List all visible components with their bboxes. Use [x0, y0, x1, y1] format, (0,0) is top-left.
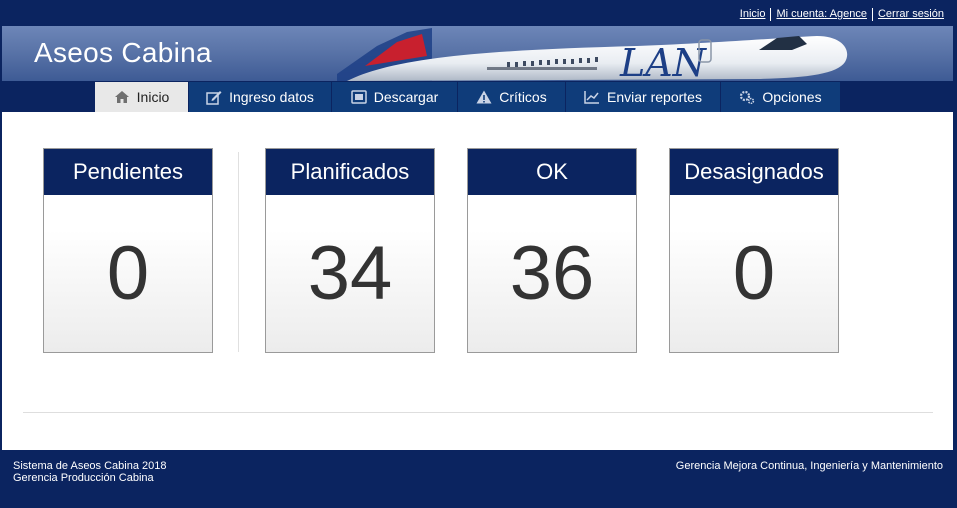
app-title: Aseos Cabina	[34, 37, 212, 68]
footer: Sistema de Aseos Cabina 2018 Gerencia Pr…	[2, 450, 953, 506]
card-title: Pendientes	[44, 149, 212, 195]
card-desasignados[interactable]: Desasignados 0	[669, 148, 839, 353]
content-divider	[23, 412, 933, 413]
card-divider	[238, 152, 239, 352]
card-value: 0	[106, 231, 150, 316]
header-banner: Aseos Cabina LAN	[2, 26, 953, 81]
tab-label: Descargar	[373, 89, 439, 105]
home-icon	[114, 91, 129, 103]
tab-label: Opciones	[762, 89, 822, 105]
tab-label: Críticos	[499, 89, 547, 105]
card-pendientes[interactable]: Pendientes 0	[43, 148, 213, 353]
top-links: Inicio Mi cuenta: Agence Cerrar sesión	[735, 7, 949, 21]
card-value: 34	[307, 231, 393, 316]
card-title: Desasignados	[670, 149, 838, 195]
main-nav: Inicio Ingreso datos Descargar Críticos …	[2, 81, 953, 112]
tab-label: Ingreso datos	[229, 89, 314, 105]
card-planificados[interactable]: Planificados 34	[265, 148, 435, 353]
footer-right: Gerencia Mejora Continua, Ingeniería y M…	[675, 460, 943, 472]
card-value: 0	[732, 231, 776, 316]
edit-icon	[206, 90, 222, 105]
account-link[interactable]: Mi cuenta: Agence	[771, 8, 872, 20]
gears-icon	[740, 90, 755, 104]
download-icon	[350, 90, 367, 104]
tab-enviar-reportes[interactable]: Enviar reportes	[566, 82, 720, 112]
tab-inicio[interactable]: Inicio	[95, 82, 188, 112]
logout-link[interactable]: Cerrar sesión	[873, 8, 949, 20]
card-ok[interactable]: OK 36	[467, 148, 637, 353]
card-title: Planificados	[266, 149, 434, 195]
footer-system-name: Sistema de Aseos Cabina 2018	[13, 460, 167, 472]
main-content: Pendientes 0 Planificados 34 OK 36 Desas…	[2, 112, 953, 450]
tab-label: Enviar reportes	[607, 89, 702, 105]
tab-label: Inicio	[136, 89, 170, 105]
card-value: 36	[509, 231, 595, 316]
tab-criticos[interactable]: Críticos	[458, 82, 565, 112]
lan-logo-text: LAN	[619, 41, 708, 81]
tab-descargar[interactable]: Descargar	[332, 82, 457, 112]
warning-icon	[476, 90, 492, 104]
tab-ingreso-datos[interactable]: Ingreso datos	[189, 82, 331, 112]
airplane-image: LAN	[337, 28, 848, 81]
home-link[interactable]: Inicio	[735, 8, 771, 20]
tab-opciones[interactable]: Opciones	[721, 82, 840, 112]
footer-department: Gerencia Producción Cabina	[13, 472, 154, 484]
chart-icon	[584, 91, 600, 104]
footer-left: Sistema de Aseos Cabina 2018 Gerencia Pr…	[13, 460, 167, 484]
card-title: OK	[468, 149, 636, 195]
